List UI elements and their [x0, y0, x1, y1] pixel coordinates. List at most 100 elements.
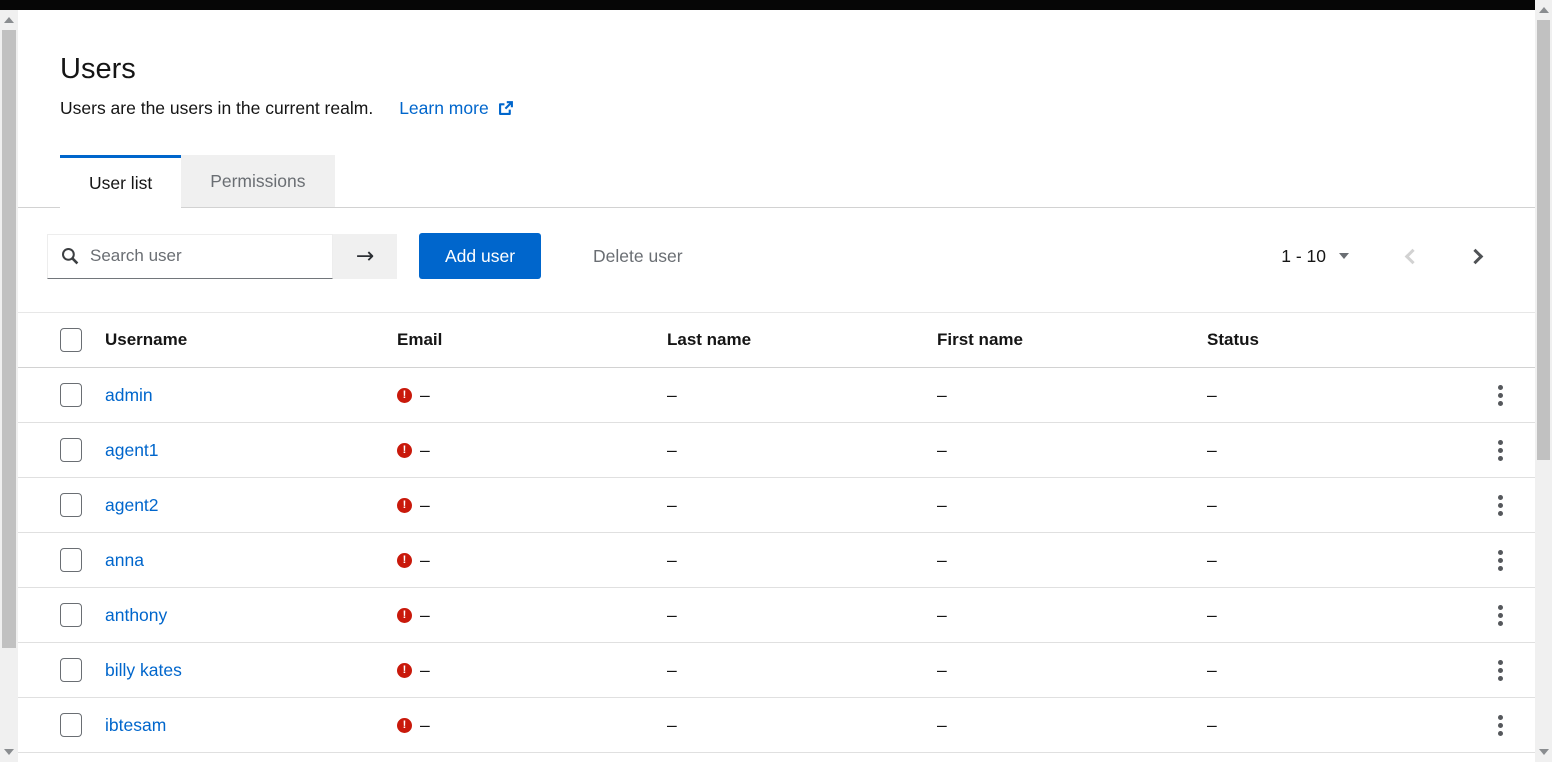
email-value: –	[420, 715, 430, 736]
table-row: anna ! – – – –	[18, 533, 1535, 588]
exclamation-circle-icon: !	[397, 388, 412, 403]
row-checkbox[interactable]	[60, 603, 82, 627]
chevron-left-icon	[1405, 248, 1421, 264]
exclamation-circle-icon: !	[397, 663, 412, 678]
email-value: –	[420, 660, 430, 681]
right-scrollbar-thumb[interactable]	[1537, 20, 1550, 460]
pagination-prev-button[interactable]	[1403, 247, 1422, 266]
last-name-value: –	[667, 550, 937, 571]
status-value: –	[1207, 605, 1480, 626]
kebab-menu-button[interactable]	[1494, 491, 1507, 520]
learn-more-label: Learn more	[399, 97, 489, 119]
first-name-value: –	[937, 385, 1207, 406]
first-name-value: –	[937, 715, 1207, 736]
kebab-menu-button[interactable]	[1494, 711, 1507, 740]
email-value: –	[420, 550, 430, 571]
row-checkbox[interactable]	[60, 548, 82, 572]
column-header-last-name: Last name	[667, 330, 937, 350]
pagination-range-dropdown[interactable]: 1 - 10	[1275, 245, 1355, 268]
add-user-button[interactable]: Add user	[419, 233, 541, 279]
users-page: Users Users are the users in the current…	[18, 10, 1535, 762]
last-name-value: –	[667, 385, 937, 406]
last-name-value: –	[667, 605, 937, 626]
row-checkbox[interactable]	[60, 383, 82, 407]
username-link[interactable]: agent2	[105, 495, 159, 515]
email-value: –	[420, 440, 430, 461]
row-checkbox[interactable]	[60, 438, 82, 462]
top-black-bar	[0, 0, 1535, 10]
page-title: Users	[60, 52, 1535, 86]
column-header-email: Email	[397, 330, 667, 350]
search-submit-button[interactable]: →	[333, 234, 397, 279]
status-value: –	[1207, 660, 1480, 681]
toolbar: → Add user Delete user 1 - 10	[47, 233, 1510, 279]
column-header-first-name: First name	[937, 330, 1207, 350]
right-scrollbar[interactable]	[1535, 0, 1552, 762]
kebab-menu-button[interactable]	[1494, 381, 1507, 410]
right-arrow-icon: →	[356, 244, 374, 269]
exclamation-circle-icon: !	[397, 718, 412, 733]
page-subtitle: Users are the users in the current realm…	[60, 97, 373, 119]
status-value: –	[1207, 550, 1480, 571]
exclamation-circle-icon: !	[397, 498, 412, 513]
email-value: –	[420, 385, 430, 406]
first-name-value: –	[937, 495, 1207, 516]
scroll-up-arrow-icon[interactable]	[1539, 7, 1549, 13]
table-row: admin ! – – – –	[18, 368, 1535, 423]
table-row: billy kates ! – – – –	[18, 643, 1535, 698]
last-name-value: –	[667, 440, 937, 461]
learn-more-link[interactable]: Learn more	[399, 97, 514, 119]
caret-down-icon	[1339, 253, 1349, 259]
tab-user-list[interactable]: User list	[60, 155, 181, 208]
column-header-status: Status	[1207, 330, 1480, 350]
email-value: –	[420, 495, 430, 516]
external-link-icon	[497, 100, 514, 117]
search-group: →	[47, 234, 397, 279]
kebab-menu-button[interactable]	[1494, 601, 1507, 630]
page-header: Users Users are the users in the current…	[18, 10, 1535, 119]
kebab-menu-button[interactable]	[1494, 436, 1507, 465]
tab-permissions[interactable]: Permissions	[181, 155, 334, 208]
pagination-next-button[interactable]	[1466, 247, 1485, 266]
chevron-right-icon	[1468, 248, 1484, 264]
scroll-down-arrow-icon[interactable]	[1539, 749, 1549, 755]
table-row: anthony ! – – – –	[18, 588, 1535, 643]
username-link[interactable]: anna	[105, 550, 144, 570]
status-value: –	[1207, 495, 1480, 516]
first-name-value: –	[937, 550, 1207, 571]
first-name-value: –	[937, 660, 1207, 681]
select-all-checkbox[interactable]	[60, 328, 82, 352]
users-table: Username Email Last name First name Stat…	[18, 312, 1535, 753]
username-link[interactable]: billy kates	[105, 660, 182, 680]
first-name-value: –	[937, 605, 1207, 626]
status-value: –	[1207, 440, 1480, 461]
exclamation-circle-icon: !	[397, 443, 412, 458]
email-value: –	[420, 605, 430, 626]
table-row: ibtesam ! – – – –	[18, 698, 1535, 753]
scroll-up-arrow-icon[interactable]	[4, 17, 14, 23]
kebab-menu-button[interactable]	[1494, 656, 1507, 685]
last-name-value: –	[667, 660, 937, 681]
username-link[interactable]: anthony	[105, 605, 167, 625]
column-header-username: Username	[105, 330, 397, 350]
row-checkbox[interactable]	[60, 658, 82, 682]
table-row: agent2 ! – – – –	[18, 478, 1535, 533]
exclamation-circle-icon: !	[397, 608, 412, 623]
left-scrollbar[interactable]	[0, 10, 18, 762]
delete-user-button[interactable]: Delete user	[587, 245, 689, 268]
kebab-menu-button[interactable]	[1494, 546, 1507, 575]
tabs: User list Permissions	[18, 155, 1535, 208]
row-checkbox[interactable]	[60, 713, 82, 737]
last-name-value: –	[667, 495, 937, 516]
last-name-value: –	[667, 715, 937, 736]
scroll-down-arrow-icon[interactable]	[4, 749, 14, 755]
username-link[interactable]: admin	[105, 385, 153, 405]
row-checkbox[interactable]	[60, 493, 82, 517]
username-link[interactable]: agent1	[105, 440, 159, 460]
exclamation-circle-icon: !	[397, 553, 412, 568]
search-input[interactable]	[47, 234, 333, 279]
status-value: –	[1207, 385, 1480, 406]
left-scrollbar-thumb[interactable]	[2, 30, 16, 648]
username-link[interactable]: ibtesam	[105, 715, 166, 735]
pagination: 1 - 10	[1275, 245, 1510, 268]
